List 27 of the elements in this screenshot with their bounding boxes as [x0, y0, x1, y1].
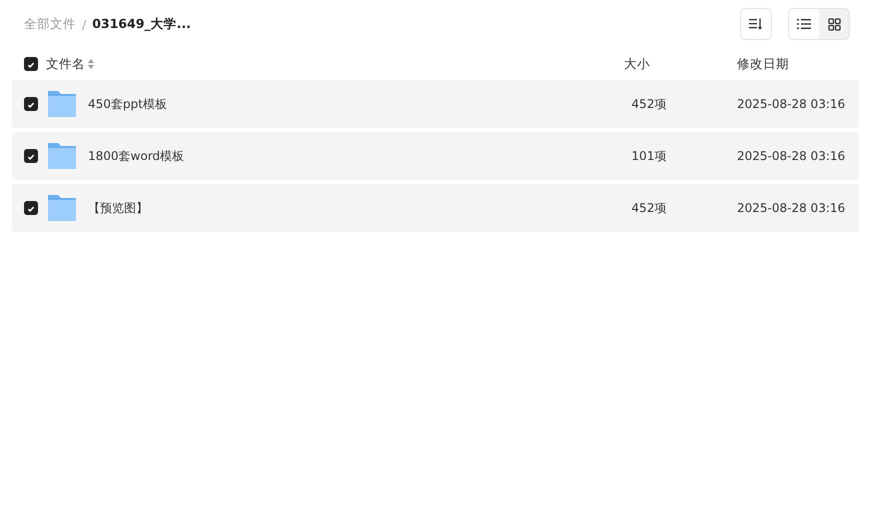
modified-date: 2025-08-28 03:16 — [737, 201, 846, 215]
checkbox[interactable] — [24, 201, 38, 215]
checkbox[interactable] — [24, 149, 38, 163]
sort-icon — [749, 18, 763, 30]
grid-icon — [828, 18, 840, 30]
item-count: 452项 — [630, 96, 668, 112]
item-count: 101项 — [630, 148, 668, 164]
breadcrumb-item[interactable]: 031649_大学... — [92, 16, 191, 32]
modified-date: 2025-08-28 03:16 — [737, 149, 846, 163]
item-count: 452项 — [630, 200, 668, 216]
sort-button[interactable] — [740, 8, 772, 40]
file-name[interactable]: 450套ppt模板 — [88, 96, 604, 112]
file-name[interactable]: 【预览图】 — [88, 200, 604, 216]
checkbox[interactable] — [24, 97, 38, 111]
file-name[interactable]: 1800套word模板 — [88, 148, 604, 164]
column-header[interactable]: 文件名 — [46, 56, 85, 72]
checkbox[interactable] — [24, 57, 38, 71]
column-header: 大小 — [623, 56, 651, 72]
sort-icon[interactable] — [88, 59, 94, 69]
breadcrumb-separator: / — [82, 16, 86, 32]
folder-icon — [47, 90, 77, 118]
modified-date: 2025-08-28 03:16 — [737, 97, 846, 111]
list-icon — [797, 18, 811, 30]
folder-icon — [47, 194, 77, 222]
list-view-button[interactable] — [789, 9, 819, 39]
column-header: 修改日期 — [737, 56, 790, 72]
folder-icon — [47, 142, 77, 170]
